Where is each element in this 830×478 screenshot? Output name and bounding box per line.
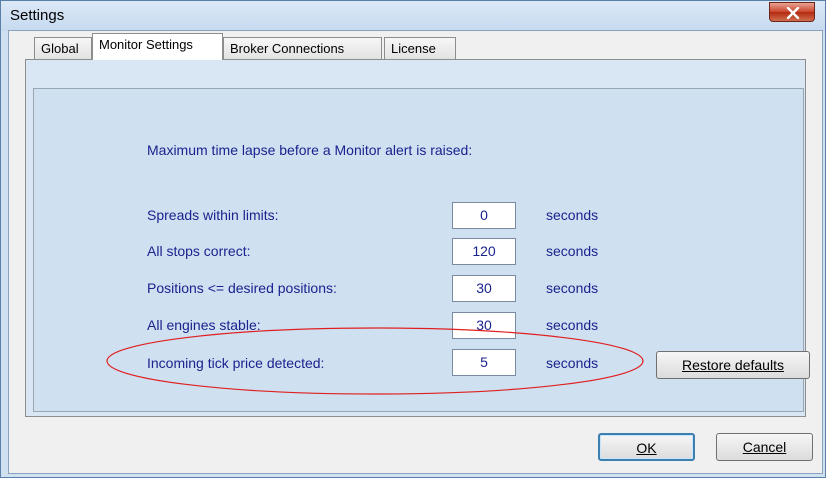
stops-unit: seconds (546, 243, 599, 259)
tab-global[interactable]: Global (34, 37, 92, 59)
row-label-engines: All engines stable: (147, 317, 261, 333)
row-label-stops: All stops correct: (147, 243, 251, 259)
spreads-seconds-input[interactable]: 0 (452, 202, 516, 229)
monitor-heading: Maximum time lapse before a Monitor aler… (147, 142, 473, 158)
ok-button[interactable]: OK (598, 433, 695, 461)
row-label-tick-price: Incoming tick price detected: (147, 355, 325, 371)
tick-price-seconds-input[interactable]: 5 (452, 349, 516, 376)
positions-unit: seconds (546, 280, 599, 296)
tick-price-unit: seconds (546, 355, 599, 371)
dialog-title: Settings (10, 7, 65, 24)
tab-broker-connections[interactable]: Broker Connections (223, 37, 382, 59)
close-button[interactable] (769, 2, 815, 22)
row-label-spreads: Spreads within limits: (147, 207, 279, 223)
title-bar: Settings (1, 1, 825, 31)
engines-unit: seconds (546, 317, 599, 333)
cancel-button[interactable]: Cancel (716, 433, 813, 461)
close-icon (786, 7, 800, 19)
engines-seconds-input[interactable]: 30 (452, 312, 516, 339)
tab-license[interactable]: License (384, 37, 456, 59)
spreads-unit: seconds (546, 207, 599, 223)
row-label-positions: Positions <= desired positions: (147, 280, 337, 296)
stops-seconds-input[interactable]: 120 (452, 238, 516, 265)
tab-monitor-settings[interactable]: Monitor Settings (92, 33, 223, 60)
restore-defaults-button[interactable]: Restore defaults (656, 351, 810, 379)
positions-seconds-input[interactable]: 30 (452, 275, 516, 302)
